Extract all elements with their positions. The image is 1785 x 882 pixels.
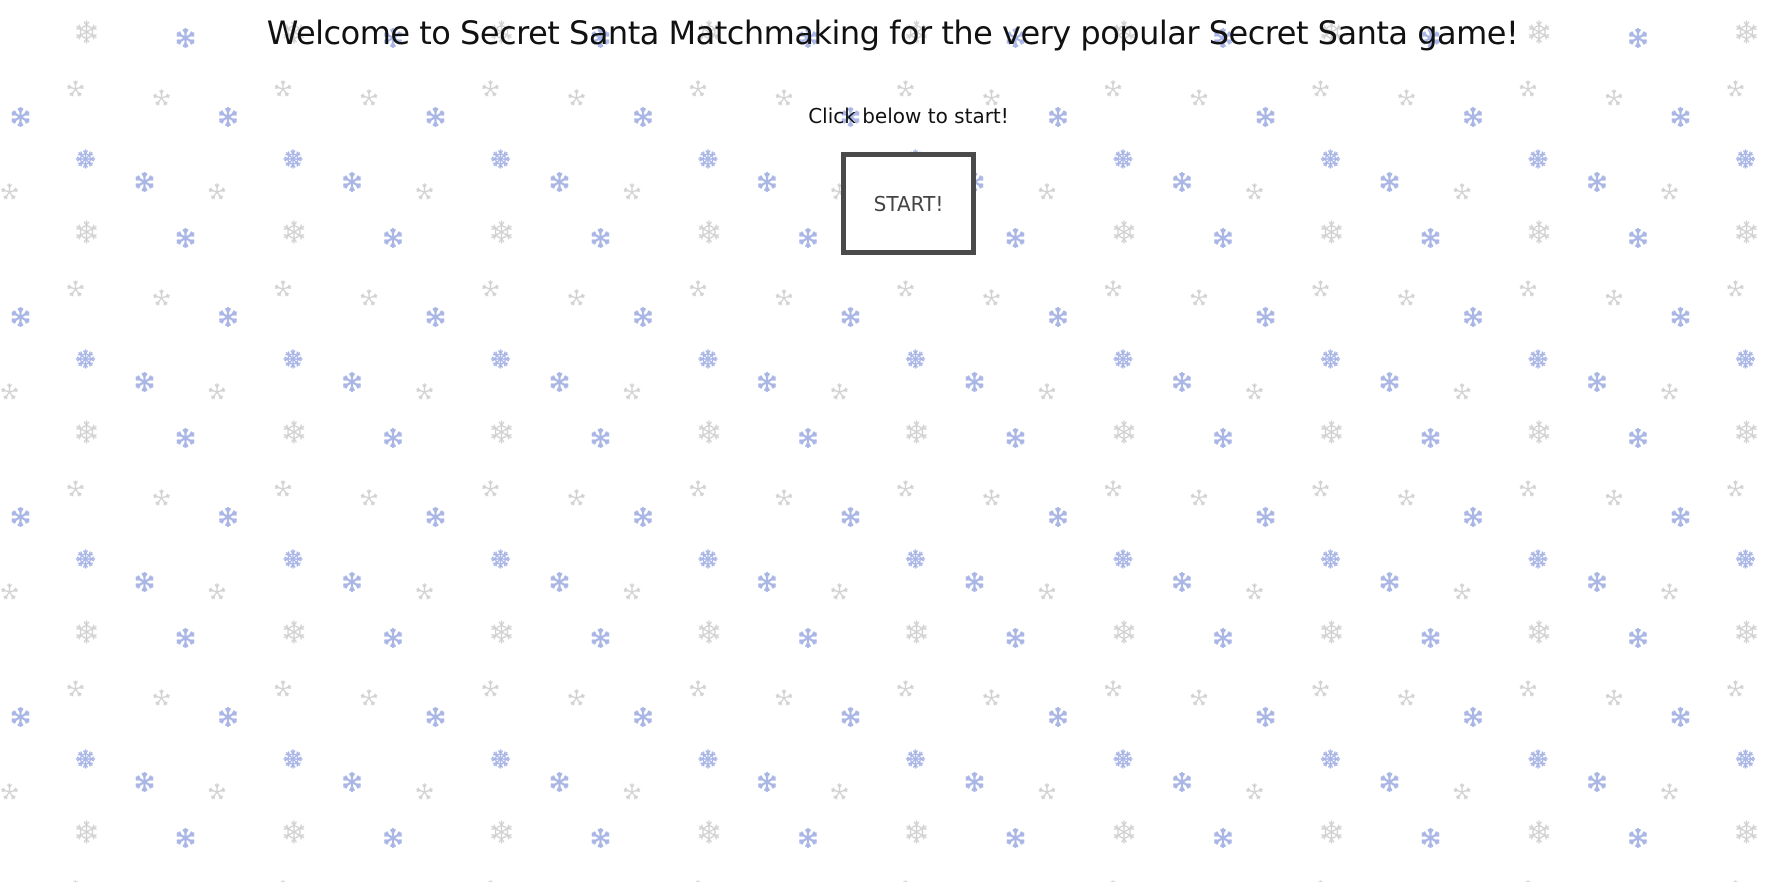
main-content: Welcome to Secret Santa Matchmaking for … xyxy=(0,0,1785,882)
start-instruction: Click below to start! xyxy=(808,104,1009,128)
start-button[interactable]: START! xyxy=(841,152,976,255)
page-title: Welcome to Secret Santa Matchmaking for … xyxy=(266,14,1519,52)
